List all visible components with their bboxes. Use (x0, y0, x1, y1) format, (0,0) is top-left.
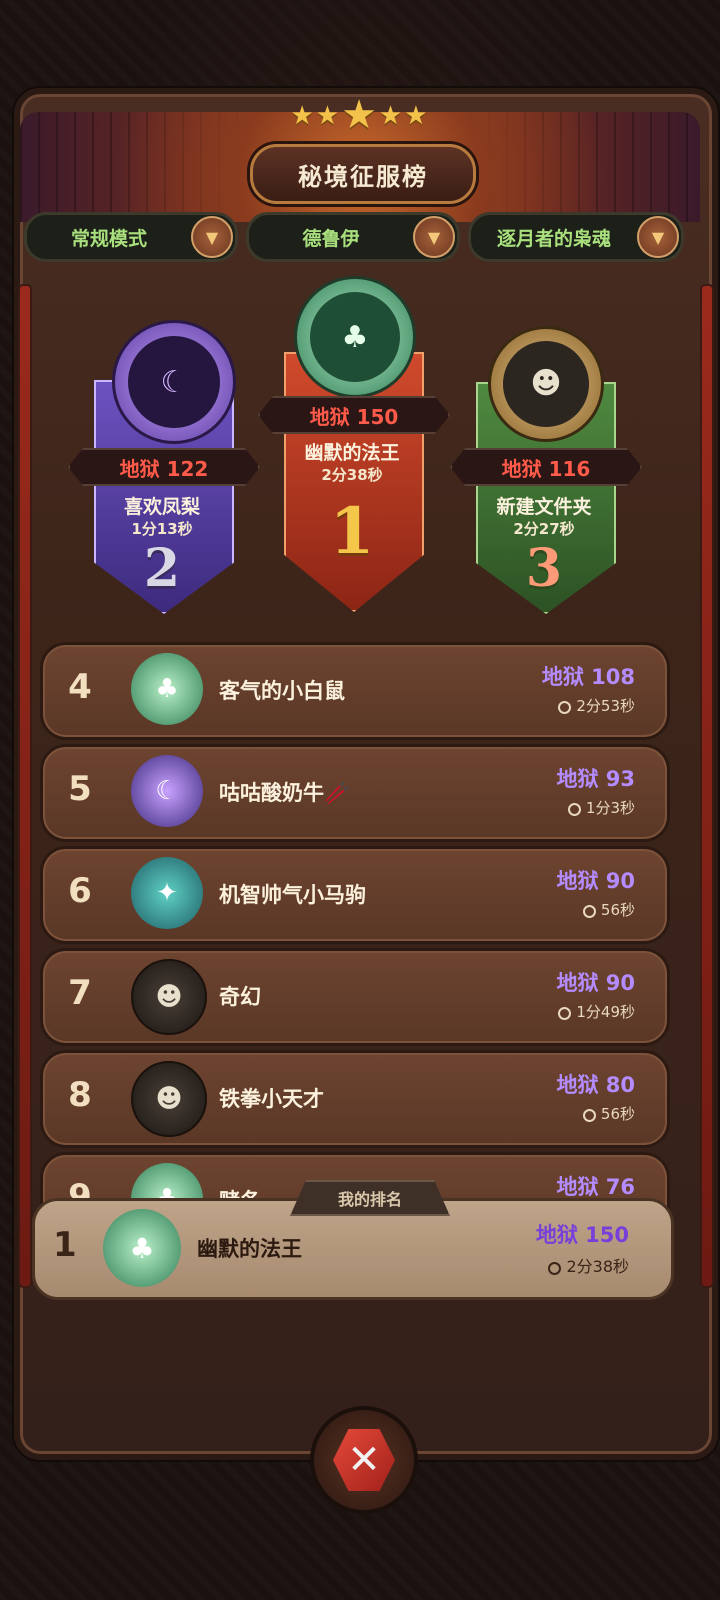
rank-number: 3 (525, 538, 563, 599)
clock-icon (567, 803, 581, 816)
clear-time: 2分27秒 (513, 520, 575, 538)
owl-icon: ☻ (503, 341, 589, 427)
podium-rank-1[interactable]: ♣ 地狱 150 幽默的法王 2分38秒 1 (258, 272, 450, 612)
mode-dropdown-label: 常规模式 (70, 227, 147, 250)
owl-icon: ☻ (131, 1061, 207, 1137)
clear-time: 2分38秒 (548, 1253, 629, 1277)
score: 地狱 93 (556, 767, 635, 791)
rank-number: 5 (68, 769, 92, 809)
class-dropdown-label: 德鲁伊 (302, 227, 360, 250)
player-name: 幽默的法王 (197, 1237, 302, 1261)
class-dropdown[interactable]: 德鲁伊 ▼ (246, 212, 460, 262)
rank-number: 6 (68, 871, 92, 911)
page-title: 秘境征服榜 (250, 144, 476, 204)
podium-rank-3[interactable]: ☻ 地狱 116 新建文件夹 2分27秒 3 (450, 326, 642, 614)
avatar: ♣ (294, 276, 416, 398)
skin-dropdown-label: 逐月者的枭魂 (496, 227, 611, 250)
clock-icon (548, 1262, 562, 1275)
rank-number: 7 (68, 973, 92, 1013)
player-name: 咕咕酸奶牛🥢 (219, 781, 351, 805)
rank-number: 4 (68, 667, 92, 707)
list-item[interactable]: 8 ☻ 铁拳小天才 地狱 80 56秒 (40, 1050, 670, 1148)
close-icon[interactable]: ✕ (333, 1429, 395, 1491)
player-name: 幽默的法王 (304, 442, 400, 464)
chevron-down-icon[interactable]: ▼ (191, 216, 233, 258)
avatar: ☻ (488, 326, 604, 442)
clear-time: 1分13秒 (131, 520, 193, 538)
rank-number: 1 (53, 1225, 77, 1265)
clear-time: 1分3秒 (567, 797, 635, 818)
player-name: 机智帅气小马驹 (219, 883, 366, 907)
clock-icon (558, 701, 572, 714)
clover-icon: ♣ (309, 291, 401, 383)
list-item[interactable]: 4 ♣ 客气的小白鼠 地狱 108 2分53秒 (40, 642, 670, 740)
star-rating-icon: ★★★★★ (290, 92, 430, 138)
score-badge: 地狱 122 (68, 448, 260, 486)
player-name: 新建文件夹 (496, 496, 592, 518)
rank-number: 8 (68, 1075, 92, 1115)
owl-icon: ☻ (131, 959, 207, 1035)
list-item[interactable]: 5 ☾ 咕咕酸奶牛🥢 地狱 93 1分3秒 (40, 744, 670, 842)
clear-time: 56秒 (582, 1103, 635, 1124)
mode-dropdown[interactable]: 常规模式 ▼ (24, 212, 238, 262)
rank-number: 1 (329, 494, 375, 569)
player-name: 铁拳小天才 (219, 1087, 324, 1111)
right-rail (700, 284, 714, 1288)
list-item[interactable]: 7 ☻ 奇幻 地狱 90 1分49秒 (40, 948, 670, 1046)
skin-dropdown[interactable]: 逐月者的枭魂 ▼ (468, 212, 684, 262)
player-name: 奇幻 (219, 985, 261, 1009)
score: 地狱 150 (535, 1223, 629, 1247)
clear-time: 2分38秒 (321, 466, 383, 484)
moon-icon: ☾ (131, 755, 203, 827)
dragon-icon: ✦ (131, 857, 203, 929)
score: 地狱 80 (556, 1073, 635, 1097)
clover-icon: ♣ (103, 1209, 181, 1287)
page-title-text: 秘境征服榜 (298, 162, 428, 191)
moon-icon: ☾ (127, 335, 221, 429)
score: 地狱 90 (556, 971, 635, 995)
list-item[interactable]: 6 ✦ 机智帅气小马驹 地狱 90 56秒 (40, 846, 670, 944)
clock-icon (582, 905, 596, 918)
clear-time: 2分53秒 (558, 695, 635, 716)
rank-number: 2 (143, 538, 181, 599)
avatar: ☾ (112, 320, 236, 444)
clear-time: 1分49秒 (558, 1001, 635, 1022)
score: 地狱 108 (541, 665, 635, 689)
left-rail (18, 284, 32, 1288)
score: 地狱 76 (556, 1175, 635, 1199)
clear-time: 56秒 (582, 899, 635, 920)
clover-icon: ♣ (131, 653, 203, 725)
score: 地狱 90 (556, 869, 635, 893)
podium-rank-2[interactable]: ☾ 地狱 122 喜欢凤梨 1分13秒 2 (68, 320, 260, 614)
score-badge: 地狱 150 (258, 396, 450, 434)
chevron-down-icon[interactable]: ▼ (637, 216, 679, 258)
close-button[interactable]: ✕ (310, 1406, 418, 1514)
my-rank-tab: 我的排名 (290, 1180, 450, 1216)
player-name: 喜欢凤梨 (123, 496, 200, 518)
player-name: 客气的小白鼠 (219, 679, 345, 703)
chevron-down-icon[interactable]: ▼ (413, 216, 455, 258)
score-badge: 地狱 116 (450, 448, 642, 486)
clock-icon (558, 1007, 572, 1020)
clock-icon (582, 1109, 596, 1122)
